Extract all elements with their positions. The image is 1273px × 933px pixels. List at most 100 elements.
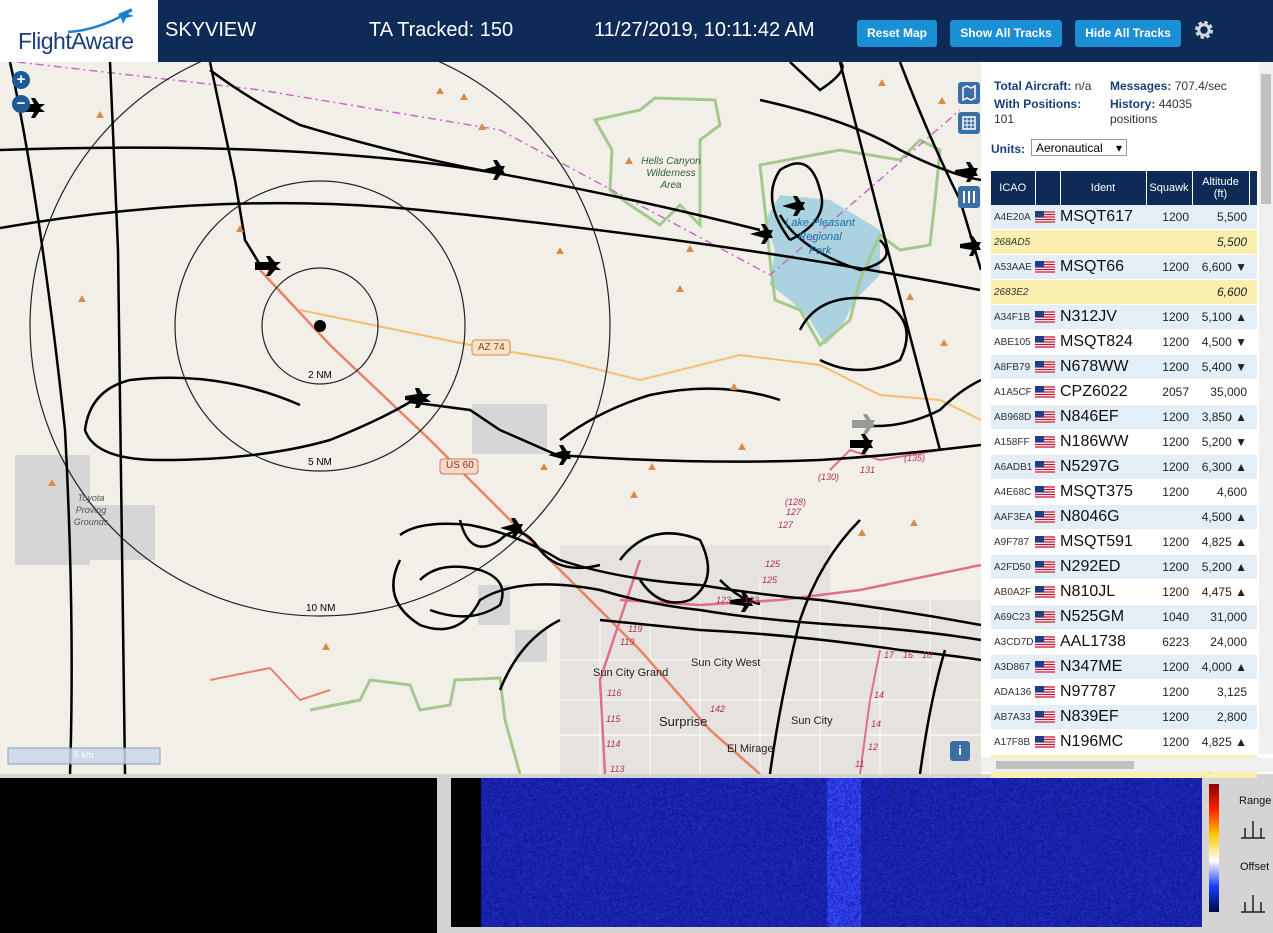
map-canvas[interactable] <box>0 62 981 774</box>
table-row[interactable]: 268AD5 5,500 <box>991 229 1257 255</box>
total-aircraft: Total Aircraft: n/a <box>994 79 1092 93</box>
table-row[interactable]: AAF3EA N8046G 4,500 ▲ <box>991 504 1257 530</box>
units-select[interactable]: Aeronautical ▾ <box>1031 139 1127 156</box>
cell-icao: A6ADB1 <box>991 454 1035 480</box>
us-flag-icon <box>1035 535 1055 548</box>
col-flag[interactable] <box>1035 171 1061 205</box>
cell-extra <box>1249 229 1257 255</box>
table-row[interactable]: A34F1B N312JV 1200 5,100 ▲ <box>991 304 1257 330</box>
cell-extra <box>1249 729 1257 755</box>
hide-all-tracks-button[interactable]: Hide All Tracks <box>1075 20 1181 47</box>
cell-squawk: 1040 <box>1146 604 1192 630</box>
route-number: (130) <box>818 472 840 482</box>
table-row[interactable]: A8FB79 N678WW 1200 5,400 ▼ <box>991 354 1257 380</box>
col-icao[interactable]: ICAO <box>991 171 1036 205</box>
cell-squawk: 1200 <box>1146 704 1192 730</box>
us-flag-icon <box>1035 210 1055 223</box>
info-button[interactable]: i <box>950 741 970 761</box>
cell-extra <box>1249 604 1257 630</box>
col-altitude[interactable]: Altitude (ft) <box>1192 171 1250 205</box>
route-number: 115 <box>606 714 621 724</box>
us-flag-icon <box>1035 410 1055 423</box>
cell-altitude: 6,600 ▼ <box>1192 254 1249 280</box>
columns-toggle-button[interactable] <box>958 186 980 208</box>
cell-icao: 268AD5 <box>991 229 1035 255</box>
aircraft-table: ICAO Ident Squawk Altitude (ft) A4E20A MSQ… <box>991 171 1258 780</box>
table-row[interactable]: A9F787 MSQT591 1200 4,825 ▲ <box>991 529 1257 555</box>
map-view[interactable]: 2 NM 5 NM 10 NM AZ 74 US 60 Hells Canyon… <box>0 62 981 774</box>
tracked-count: TA Tracked: 150 <box>369 19 514 41</box>
cell-flag <box>1035 404 1060 430</box>
cell-icao: AB7A33 <box>991 704 1035 730</box>
table-row[interactable]: A3CD7D AAL1738 6223 24,000 <box>991 629 1257 655</box>
cell-flag <box>1035 254 1060 280</box>
table-row[interactable]: A158FF N186WW 1200 5,200 ▼ <box>991 429 1257 455</box>
scroll-thumb-h[interactable] <box>996 761 1134 769</box>
cell-squawk <box>1146 504 1192 530</box>
cell-ident: N8046G <box>1060 504 1146 530</box>
table-row[interactable]: ABE105 MSQT824 1200 4,500 ▼ <box>991 329 1257 355</box>
cell-icao: AB0A2F <box>991 579 1035 605</box>
cell-squawk: 1200 <box>1146 254 1192 280</box>
cell-extra <box>1249 329 1257 355</box>
route-number: 127 <box>786 507 802 517</box>
cell-ident: N312JV <box>1060 304 1146 330</box>
cell-ident: CPZ6022 <box>1060 379 1146 405</box>
table-row[interactable]: A6ADB1 N5297G 1200 6,300 ▲ <box>991 454 1257 480</box>
cell-icao: A3D867 <box>991 654 1035 680</box>
us-flag-icon <box>1035 335 1055 348</box>
cell-altitude: 3,850 ▲ <box>1192 404 1249 430</box>
table-row[interactable]: A17F8B N196MC 1200 4,825 ▲ <box>991 729 1257 755</box>
col-ident[interactable]: Ident <box>1060 171 1147 205</box>
us-flag-icon <box>1035 260 1055 273</box>
scroll-thumb[interactable] <box>1261 74 1271 204</box>
table-row[interactable]: AB7A33 N839EF 1200 2,800 <box>991 704 1257 730</box>
cell-flag <box>1035 604 1060 630</box>
table-row[interactable]: AB0A2F N810JL 1200 4,475 ▲ <box>991 579 1257 605</box>
cell-altitude: 5,100 ▲ <box>1192 304 1249 330</box>
zoom-out-button[interactable]: − <box>12 95 30 113</box>
cell-altitude: 24,000 <box>1192 629 1249 655</box>
reset-map-button[interactable]: Reset Map <box>857 20 937 47</box>
route-number: 119 <box>628 624 643 634</box>
us-flag-icon <box>1035 310 1055 323</box>
sun-city-label: Sun City <box>791 715 833 727</box>
table-row[interactable]: 2683E2 6,600 <box>991 279 1257 305</box>
grid-toggle-button[interactable] <box>958 112 980 134</box>
cell-extra <box>1249 454 1257 480</box>
table-row[interactable]: A4E68C MSQT375 1200 4,600 <box>991 479 1257 505</box>
sun-city-west-label: Sun City West <box>691 657 761 669</box>
table-row[interactable]: A2FD50 N292ED 1200 5,200 ▲ <box>991 554 1257 580</box>
cell-ident: AAL1738 <box>1060 629 1146 655</box>
flightaware-logo[interactable]: FlightAware <box>0 0 158 62</box>
route-number: 18 <box>922 650 933 660</box>
waterfall-display[interactable] <box>451 778 1202 927</box>
cell-icao: A4E20A <box>991 205 1035 230</box>
route-number: 123 <box>716 595 732 605</box>
lake-pleasant-label: Lake Pleasant Regional Park <box>785 217 855 257</box>
cell-altitude: 4,000 ▲ <box>1192 654 1249 680</box>
cell-squawk: 1200 <box>1146 579 1192 605</box>
cell-squawk: 1200 <box>1146 454 1192 480</box>
app-title: SKYVIEW <box>165 19 257 41</box>
offset-slider[interactable] <box>1239 892 1267 914</box>
zoom-in-button[interactable]: + <box>12 71 30 89</box>
cell-extra <box>1249 379 1257 405</box>
table-row[interactable]: AB968D N846EF 1200 3,850 ▲ <box>991 404 1257 430</box>
cell-altitude: 4,600 <box>1192 479 1249 505</box>
table-row[interactable]: A53AAE MSQT66 1200 6,600 ▼ <box>991 254 1257 280</box>
col-squawk[interactable]: Squawk <box>1146 171 1193 205</box>
table-row[interactable]: A69C23 N525GM 1040 31,000 <box>991 604 1257 630</box>
cell-squawk: 1200 <box>1146 429 1192 455</box>
gear-icon[interactable] <box>1192 18 1216 42</box>
route-number: 14 <box>874 690 885 700</box>
cell-ident: MSQT66 <box>1060 254 1146 280</box>
show-all-tracks-button[interactable]: Show All Tracks <box>950 20 1062 47</box>
map-layers-button[interactable] <box>958 82 980 104</box>
table-row[interactable]: A3D867 N347ME 1200 4,000 ▲ <box>991 654 1257 680</box>
table-row[interactable]: A4E20A MSQT617 1200 5,500 <box>991 205 1257 230</box>
table-row[interactable]: ADA136 N97787 1200 3,125 <box>991 679 1257 705</box>
range-slider[interactable] <box>1239 818 1267 840</box>
table-row[interactable]: A1A5CF CPZ6022 2057 35,000 <box>991 379 1257 405</box>
us-flag-icon <box>1035 610 1055 623</box>
